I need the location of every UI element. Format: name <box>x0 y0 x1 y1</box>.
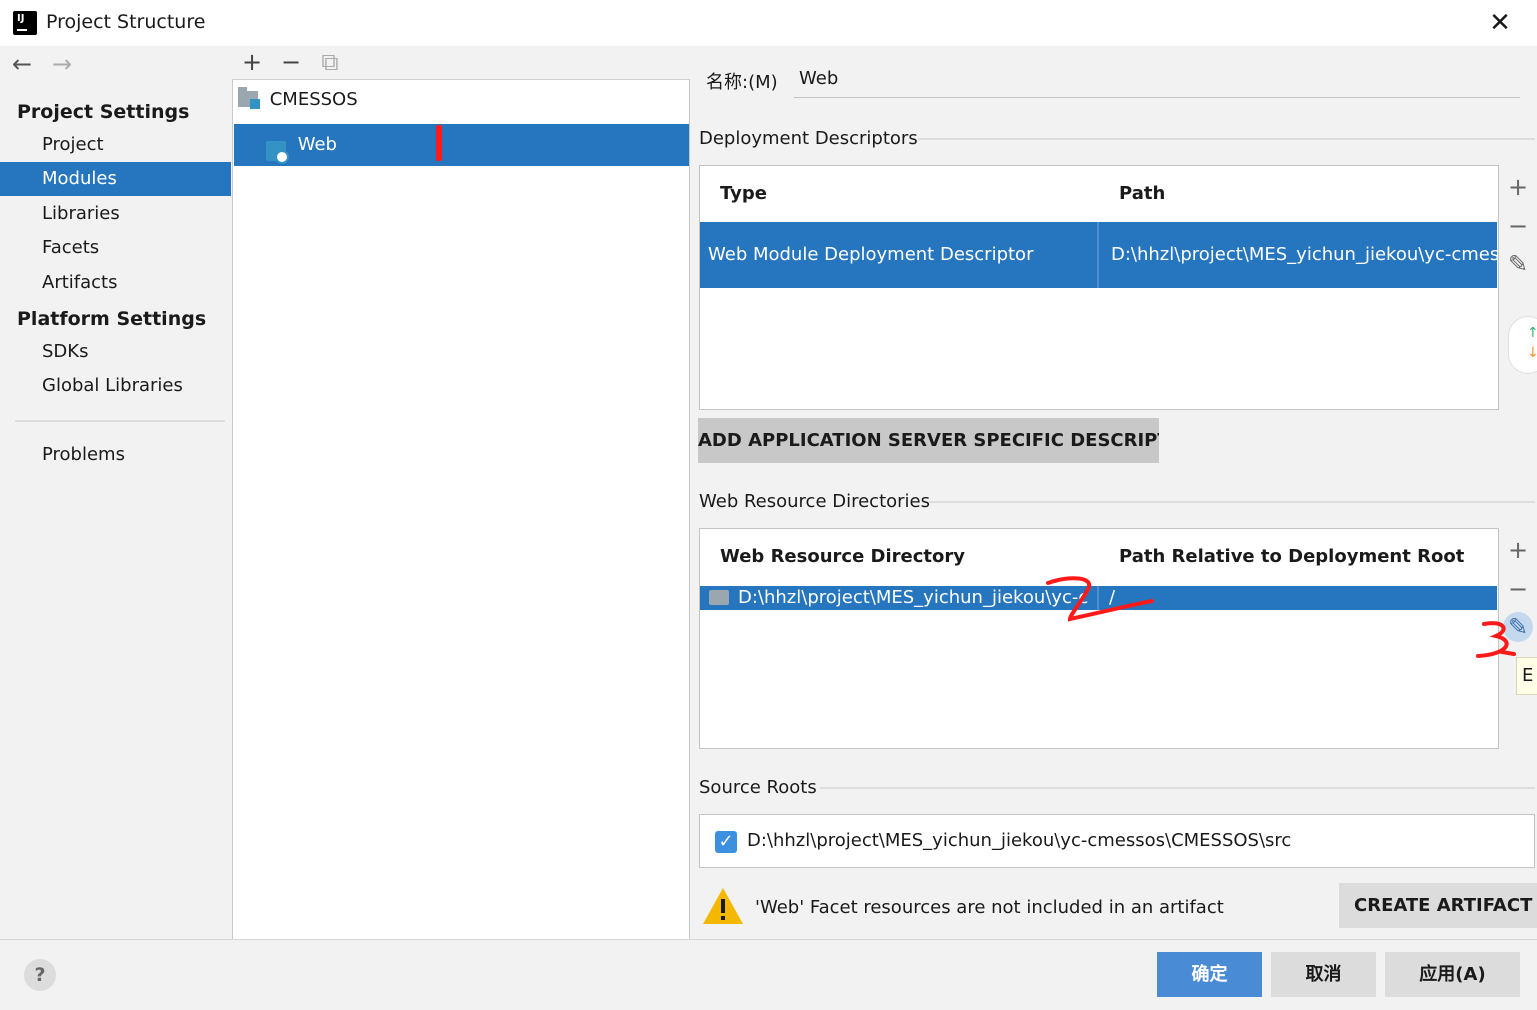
up-arrow-icon: ↑ <box>1527 325 1537 341</box>
annotation-label-2: 2 <box>1044 560 1045 561</box>
back-arrow-icon[interactable]: ← <box>12 50 32 78</box>
annotation-3-scribble <box>1476 621 1516 658</box>
web-resource-directories-title: Web Resource Directories <box>699 491 930 512</box>
add-server-descriptor-button[interactable]: ADD APPLICATION SERVER SPECIFIC DESCRIPT… <box>698 418 1159 463</box>
sidebar-divider <box>15 420 225 422</box>
sidebar-item-modules[interactable]: Modules <box>0 162 231 196</box>
annotation-2-scribble <box>1046 576 1154 622</box>
add-descriptor-icon[interactable]: + <box>1503 173 1533 201</box>
module-folder-icon <box>238 87 260 109</box>
window-title: Project Structure <box>46 11 206 33</box>
group-separator <box>918 138 1535 140</box>
cell-divider <box>1097 222 1099 288</box>
close-button[interactable]: ✕ <box>1480 8 1520 38</box>
tooltip: E <box>1516 657 1537 695</box>
sidebar-item-libraries[interactable]: Libraries <box>0 197 231 231</box>
project-settings-heading: Project Settings <box>17 101 190 123</box>
intellij-app-icon: IJ <box>11 9 39 37</box>
web-folder-icon <box>709 590 729 605</box>
ok-button[interactable]: 确定 <box>1157 952 1262 997</box>
sidebar-item-problems[interactable]: Problems <box>0 438 231 472</box>
cancel-button[interactable]: 取消 <box>1271 952 1376 997</box>
red-marker-annotation <box>436 125 442 161</box>
group-separator <box>929 501 1535 503</box>
source-root-path: D:\hhzl\project\MES_yichun_jiekou\yc-cme… <box>747 830 1292 851</box>
web-facet-icon <box>266 140 289 164</box>
platform-settings-heading: Platform Settings <box>17 308 207 330</box>
edit-descriptor-icon[interactable]: ✎ <box>1503 250 1533 278</box>
scroll-arrows[interactable]: ↑ ↓ <box>1508 316 1537 374</box>
deployment-descriptors-title: Deployment Descriptors <box>699 128 918 149</box>
copy-icon[interactable]: ⧉ <box>318 48 342 76</box>
column-header-type[interactable]: Type <box>720 183 767 204</box>
web-resource-directory-cell: D:\hhzl\project\MES_yichun_jiekou\yc-c..… <box>738 587 1090 608</box>
sidebar-item-artifacts[interactable]: Artifacts <box>0 266 231 300</box>
tree-node-label: Web <box>297 134 337 155</box>
annotation-label-3: 3 <box>1480 620 1481 621</box>
descriptor-path-cell: D:\hhzl\project\MES_yichun_jiekou\yc-cme… <box>1111 244 1497 265</box>
column-header-path-relative[interactable]: Path Relative to Deployment Root <box>1119 546 1464 567</box>
sidebar-item-project[interactable]: Project <box>0 128 231 162</box>
warning-icon <box>703 888 743 924</box>
source-roots-title: Source Roots <box>699 777 817 798</box>
create-artifact-button[interactable]: CREATE ARTIFACT <box>1339 883 1537 928</box>
descriptor-type-cell: Web Module Deployment Descriptor <box>708 244 1034 265</box>
module-tree-pane <box>232 46 690 939</box>
remove-descriptor-icon[interactable]: − <box>1503 212 1533 240</box>
group-separator <box>820 787 1535 789</box>
warning-text: 'Web' Facet resources are not included i… <box>755 897 1224 918</box>
remove-icon[interactable]: − <box>279 48 303 76</box>
column-header-path[interactable]: Path <box>1119 183 1165 204</box>
title-bar <box>0 0 1537 46</box>
tree-node-web[interactable]: Web <box>234 124 689 166</box>
remove-web-resource-icon[interactable]: − <box>1503 575 1533 603</box>
tree-node-label: CMESSOS <box>269 88 358 110</box>
sidebar-item-sdks[interactable]: SDKs <box>0 335 231 369</box>
name-field[interactable]: Web <box>794 64 1520 98</box>
source-root-checkbox[interactable]: ✓ <box>715 831 737 853</box>
add-web-resource-icon[interactable]: + <box>1503 536 1533 564</box>
down-arrow-icon: ↓ <box>1527 345 1537 361</box>
add-icon[interactable]: + <box>240 48 264 76</box>
name-label: 名称:(M) <box>706 72 778 93</box>
help-button[interactable]: ? <box>24 959 56 991</box>
apply-button[interactable]: 应用(A) <box>1385 952 1520 997</box>
sidebar-item-facets[interactable]: Facets <box>0 231 231 265</box>
tree-node-cmessos[interactable]: CMESSOS <box>234 87 684 118</box>
sidebar-item-global-libraries[interactable]: Global Libraries <box>0 369 231 403</box>
forward-arrow-icon[interactable]: → <box>52 50 72 78</box>
column-header-web-resource-directory[interactable]: Web Resource Directory <box>720 546 965 567</box>
